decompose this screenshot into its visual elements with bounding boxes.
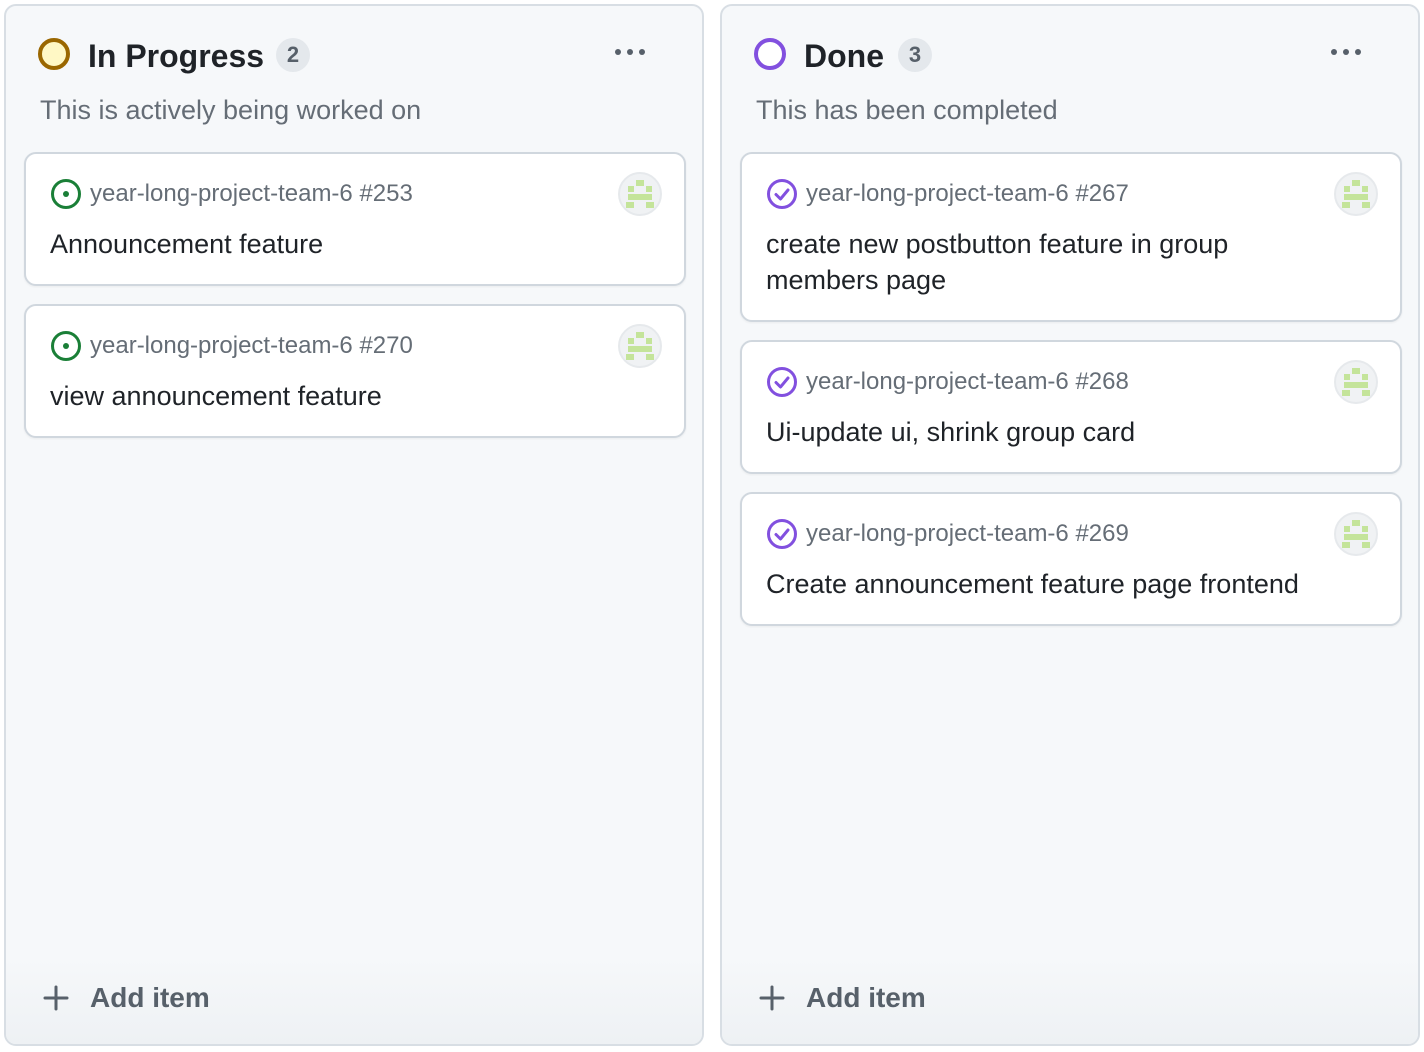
issue-card[interactable]: year-long-project-team-6 #268 Ui-update … bbox=[740, 340, 1402, 474]
more-icon-dot bbox=[1331, 49, 1337, 55]
add-item-label: Add item bbox=[806, 982, 926, 1013]
card-number: #269 bbox=[1075, 520, 1129, 547]
assignee-avatar[interactable] bbox=[1334, 360, 1378, 404]
card-repo-reference[interactable]: year-long-project-team-6 #253 bbox=[90, 178, 413, 210]
item-count-badge: 2 bbox=[276, 38, 310, 72]
card-repo-reference[interactable]: year-long-project-team-6 #268 bbox=[806, 366, 1129, 398]
card-title[interactable]: create new postbutton feature in group m… bbox=[766, 226, 1326, 298]
card-repo-reference[interactable]: year-long-project-team-6 #267 bbox=[806, 178, 1129, 210]
column-footer: Add item bbox=[722, 956, 1418, 1044]
card-repo: year-long-project-team-6 bbox=[806, 180, 1069, 207]
card-repo-reference[interactable]: year-long-project-team-6 #269 bbox=[806, 518, 1129, 550]
card-repo: year-long-project-team-6 bbox=[90, 180, 353, 207]
in-progress-status-icon bbox=[38, 38, 70, 70]
more-icon-dot bbox=[627, 49, 633, 55]
more-icon-dot bbox=[639, 49, 645, 55]
card-number: #268 bbox=[1075, 368, 1129, 395]
assignee-avatar[interactable] bbox=[618, 172, 662, 216]
more-icon-dot bbox=[615, 49, 621, 55]
column-in-progress: In Progress 2 This is actively being wor… bbox=[4, 4, 704, 1046]
identicon-icon bbox=[1342, 180, 1370, 208]
card-title[interactable]: view announcement feature bbox=[50, 378, 610, 414]
card-repo: year-long-project-team-6 bbox=[90, 332, 353, 359]
card-repo: year-long-project-team-6 bbox=[806, 368, 1069, 395]
column-header: Done 3 This has been completed bbox=[722, 6, 1418, 146]
issue-closed-icon bbox=[767, 367, 797, 397]
assignee-avatar[interactable] bbox=[618, 324, 662, 368]
column-description: This has been completed bbox=[756, 95, 1058, 125]
issue-card[interactable]: year-long-project-team-6 #270 view annou… bbox=[24, 304, 686, 438]
column-title: Done bbox=[804, 38, 884, 74]
column-title: In Progress bbox=[88, 38, 265, 74]
card-number: #267 bbox=[1075, 180, 1129, 207]
plus-icon bbox=[43, 985, 69, 1011]
plus-icon bbox=[759, 985, 785, 1011]
column-menu-button[interactable] bbox=[606, 34, 654, 70]
issue-open-icon bbox=[51, 331, 81, 361]
identicon-icon bbox=[1342, 520, 1370, 548]
column-footer: Add item bbox=[6, 956, 702, 1044]
card-number: #253 bbox=[359, 180, 413, 207]
identicon-icon bbox=[626, 332, 654, 360]
column-header: In Progress 2 This is actively being wor… bbox=[6, 6, 702, 146]
more-icon-dot bbox=[1355, 49, 1361, 55]
card-repo-reference[interactable]: year-long-project-team-6 #270 bbox=[90, 330, 413, 362]
add-item-label: Add item bbox=[90, 982, 210, 1013]
done-status-icon bbox=[754, 38, 786, 70]
more-icon-dot bbox=[1343, 49, 1349, 55]
card-repo: year-long-project-team-6 bbox=[806, 520, 1069, 547]
assignee-avatar[interactable] bbox=[1334, 512, 1378, 556]
card-number: #270 bbox=[359, 332, 413, 359]
issue-card[interactable]: year-long-project-team-6 #267 create new… bbox=[740, 152, 1402, 322]
column-description: This is actively being worked on bbox=[40, 95, 422, 125]
identicon-icon bbox=[626, 180, 654, 208]
item-count-badge: 3 bbox=[898, 38, 932, 72]
column-menu-button[interactable] bbox=[1322, 34, 1370, 70]
assignee-avatar[interactable] bbox=[1334, 172, 1378, 216]
identicon-icon bbox=[1342, 368, 1370, 396]
issue-card[interactable]: year-long-project-team-6 #269 Create ann… bbox=[740, 492, 1402, 626]
project-board: In Progress 2 This is actively being wor… bbox=[0, 0, 1424, 1052]
card-title[interactable]: Announcement feature bbox=[50, 226, 610, 262]
issue-closed-icon bbox=[767, 519, 797, 549]
add-item-button[interactable]: Add item bbox=[42, 974, 224, 1022]
issue-closed-icon bbox=[767, 179, 797, 209]
add-item-button[interactable]: Add item bbox=[758, 974, 940, 1022]
issue-open-icon bbox=[51, 179, 81, 209]
column-done: Done 3 This has been completed year-long… bbox=[720, 4, 1420, 1046]
card-title[interactable]: Ui-update ui, shrink group card bbox=[766, 414, 1326, 450]
card-title[interactable]: Create announcement feature page fronten… bbox=[766, 566, 1366, 602]
issue-card[interactable]: year-long-project-team-6 #253 Announceme… bbox=[24, 152, 686, 286]
